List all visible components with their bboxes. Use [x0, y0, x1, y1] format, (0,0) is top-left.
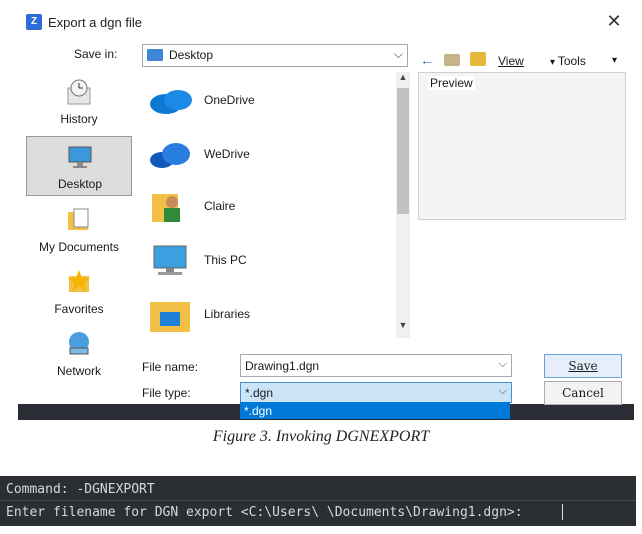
new-folder-icon[interactable] — [470, 52, 486, 66]
title-bar: Z Export a dgn file ✕ — [18, 0, 634, 44]
back-icon[interactable]: ← — [420, 52, 434, 68]
file-type-option-label: *.dgn — [244, 404, 273, 418]
list-item[interactable]: This PC — [148, 238, 388, 284]
scroll-down-icon[interactable]: ▼ — [396, 320, 410, 334]
tools-menu[interactable]: ▾ Tools — [550, 54, 586, 68]
chevron-down-icon: ⌵ — [393, 47, 403, 61]
nav-label-history: History — [60, 112, 98, 126]
user-folder-icon — [152, 194, 180, 222]
file-label: Claire — [204, 199, 236, 213]
file-label: This PC — [204, 253, 247, 267]
save-in-label: Save in: — [74, 47, 118, 61]
file-name-label: File name: — [142, 360, 199, 374]
dropdown-icon: ▾ — [550, 57, 558, 68]
list-item[interactable]: OneDrive — [148, 78, 388, 124]
save-button[interactable]: Save — [544, 354, 622, 378]
preview-pane — [418, 72, 626, 220]
file-label: Libraries — [204, 307, 251, 321]
nav-label-network: Network — [56, 364, 101, 378]
up-folder-icon[interactable] — [444, 54, 460, 66]
file-label: WeDrive — [204, 147, 250, 161]
places-bar: History Desktop My Documents Favorites N… — [22, 72, 134, 392]
cancel-button[interactable]: Cancel — [544, 381, 622, 405]
nav-item-desktop[interactable]: Desktop — [26, 136, 132, 196]
close-button[interactable]: ✕ — [604, 11, 624, 31]
my-documents-icon — [68, 208, 89, 230]
libraries-icon — [150, 302, 190, 332]
history-icon — [67, 79, 91, 105]
file-name-input[interactable]: Drawing1.dgn ⌵ — [240, 354, 512, 377]
chevron-down-icon[interactable]: ⌵ — [499, 385, 507, 398]
computer-icon — [153, 245, 187, 275]
nav-label-favorites: Favorites — [54, 302, 104, 316]
chevron-down-icon[interactable]: ⌵ — [499, 358, 507, 371]
command-separator — [0, 500, 636, 501]
nav-item-favorites[interactable]: Favorites — [26, 262, 132, 322]
file-name-value: Drawing1.dgn — [245, 359, 320, 373]
list-item[interactable]: Claire — [148, 184, 388, 230]
nav-label-desktop: Desktop — [57, 177, 103, 191]
scroll-up-icon[interactable]: ▲ — [396, 72, 410, 86]
file-type-option[interactable]: *.dgn — [240, 402, 510, 419]
nav-item-my-documents[interactable]: My Documents — [26, 200, 132, 260]
location-value: Desktop — [169, 48, 214, 62]
text-cursor — [562, 504, 563, 520]
command-history-line: Command: -DGNEXPORT — [6, 482, 155, 497]
export-dialog: Z Export a dgn file ✕ Save in: Desktop ⌵… — [18, 0, 634, 420]
tools-label: Tools — [557, 54, 586, 68]
nav-label-my-documents: My Documents — [38, 240, 120, 254]
wedrive-icon — [150, 143, 190, 168]
list-item[interactable]: Libraries — [148, 292, 388, 338]
command-prompt-line[interactable]: Enter filename for DGN export <C:\Users\… — [6, 505, 523, 520]
preview-label: Preview — [428, 76, 475, 90]
figure-caption: Figure 3. Invoking DGNEXPORT — [212, 428, 430, 445]
view-menu[interactable]: View — [498, 54, 524, 68]
nav-item-history[interactable]: History — [26, 72, 132, 132]
app-icon: Z — [26, 14, 42, 30]
file-list: OneDrive WeDrive Claire This PC Librarie… — [142, 72, 408, 338]
nav-item-network[interactable]: Network — [26, 324, 132, 384]
file-type-label: File type: — [142, 386, 191, 400]
scroll-thumb[interactable] — [397, 88, 409, 214]
network-icon — [69, 332, 89, 355]
tools-dropdown-icon[interactable]: ▾ — [612, 55, 617, 66]
list-item[interactable]: WeDrive — [148, 132, 388, 178]
onedrive-icon — [150, 90, 192, 114]
location-dropdown[interactable]: Desktop ⌵ — [142, 44, 408, 67]
desktop-icon — [68, 146, 92, 168]
file-type-value: *.dgn — [245, 386, 274, 400]
file-type-select[interactable]: *.dgn ⌵ — [240, 382, 512, 403]
favorites-icon — [68, 270, 90, 292]
file-label: OneDrive — [204, 93, 255, 107]
dialog-title: Export a dgn file — [48, 15, 142, 30]
desktop-folder-icon — [147, 49, 163, 61]
